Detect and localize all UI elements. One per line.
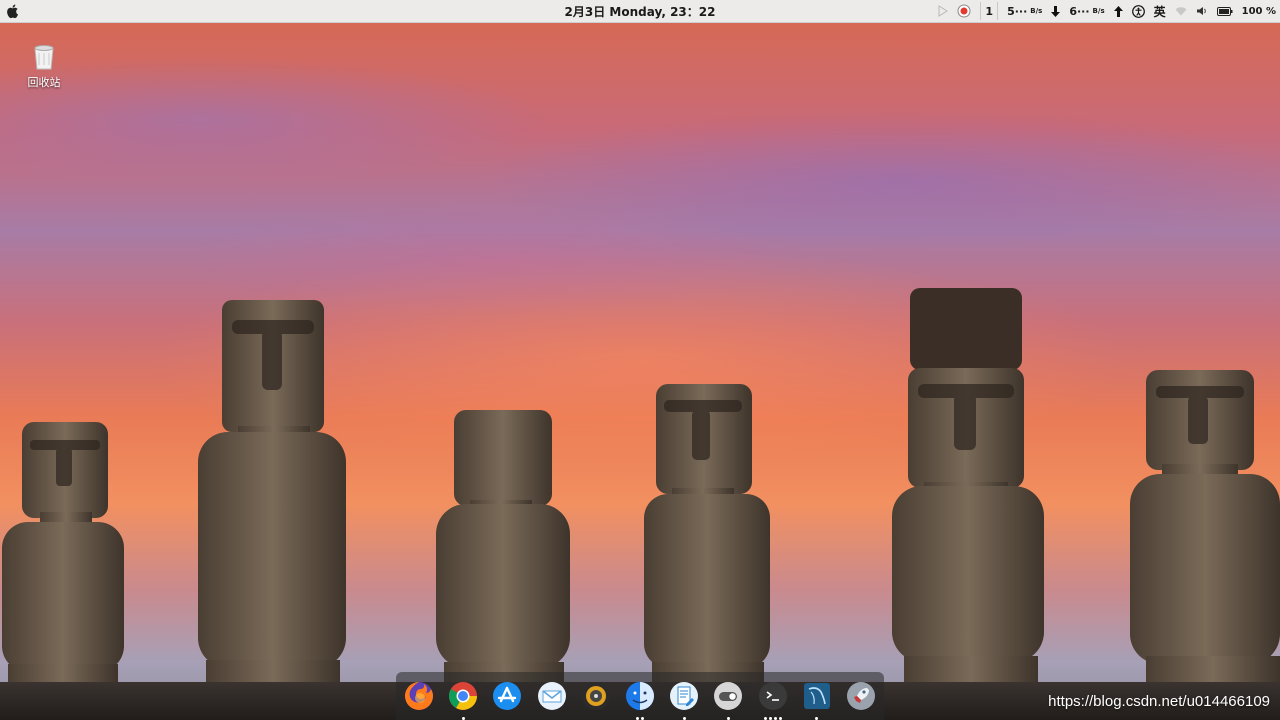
input-method-indicator[interactable]: 英 bbox=[1154, 2, 1166, 20]
dock-item-music-player[interactable] bbox=[579, 679, 613, 713]
desktop-trash[interactable]: 回收站 bbox=[22, 44, 66, 90]
database-tool-icon bbox=[803, 683, 830, 709]
download-arrow-icon bbox=[1051, 2, 1061, 20]
chrome-icon bbox=[449, 682, 478, 710]
download-speed-value: 6··· bbox=[1069, 4, 1090, 18]
dock-item-toggle-settings[interactable] bbox=[711, 679, 745, 720]
app-store-icon bbox=[493, 682, 522, 710]
download-speed: 6··· B/s bbox=[1069, 2, 1104, 20]
finder-icon bbox=[625, 682, 654, 710]
dock-item-terminal[interactable] bbox=[756, 679, 790, 720]
workspace-indicator[interactable]: 1 bbox=[980, 2, 999, 20]
launchpad-rocket-icon bbox=[846, 682, 875, 710]
dock-item-finder[interactable] bbox=[623, 679, 657, 720]
battery-percent: 100 % bbox=[1241, 5, 1276, 17]
text-editor-icon bbox=[670, 682, 699, 710]
music-player-icon bbox=[581, 682, 610, 710]
wifi-icon[interactable] bbox=[1175, 2, 1187, 20]
dock-item-app-store[interactable] bbox=[490, 679, 524, 713]
wallpaper-moai bbox=[2, 288, 1280, 686]
play-icon[interactable] bbox=[938, 2, 949, 20]
system-tray: 1 5··· B/s 6··· B/s 英 100 % bbox=[938, 2, 1276, 20]
terminal-icon bbox=[758, 682, 787, 710]
dock-item-firefox[interactable] bbox=[402, 679, 436, 713]
mail-icon bbox=[537, 682, 566, 710]
upload-speed-value: 5··· bbox=[1007, 4, 1028, 18]
dock bbox=[396, 672, 884, 720]
trash-icon bbox=[34, 45, 54, 70]
watermark-url: https://blog.csdn.net/u014466109 bbox=[1048, 693, 1270, 710]
accessibility-icon[interactable] bbox=[1131, 2, 1145, 20]
firefox-icon bbox=[405, 682, 433, 710]
upload-speed-unit: B/s bbox=[1030, 7, 1043, 15]
trash-label: 回收站 bbox=[27, 76, 61, 89]
download-speed-unit: B/s bbox=[1092, 7, 1105, 15]
top-menu-bar: 2月3日 Monday, 23：22 1 5··· B/s 6··· B/s 英… bbox=[0, 0, 1280, 23]
upload-speed: 5··· B/s bbox=[1007, 2, 1042, 20]
dock-item-mail[interactable] bbox=[535, 679, 569, 713]
toggle-settings-icon bbox=[714, 682, 743, 710]
battery-icon[interactable] bbox=[1216, 2, 1233, 20]
apple-logo-icon[interactable] bbox=[6, 3, 20, 19]
upload-arrow-icon bbox=[1113, 2, 1123, 20]
dock-item-text-editor[interactable] bbox=[667, 679, 701, 720]
dock-item-database-tool[interactable] bbox=[800, 679, 834, 720]
volume-icon[interactable] bbox=[1196, 2, 1208, 20]
notification-app-icon[interactable] bbox=[957, 2, 971, 20]
dock-item-chrome[interactable] bbox=[446, 679, 480, 720]
desktop: 2月3日 Monday, 23：22 1 5··· B/s 6··· B/s 英… bbox=[0, 0, 1280, 720]
dock-item-launchpad[interactable] bbox=[844, 679, 878, 713]
